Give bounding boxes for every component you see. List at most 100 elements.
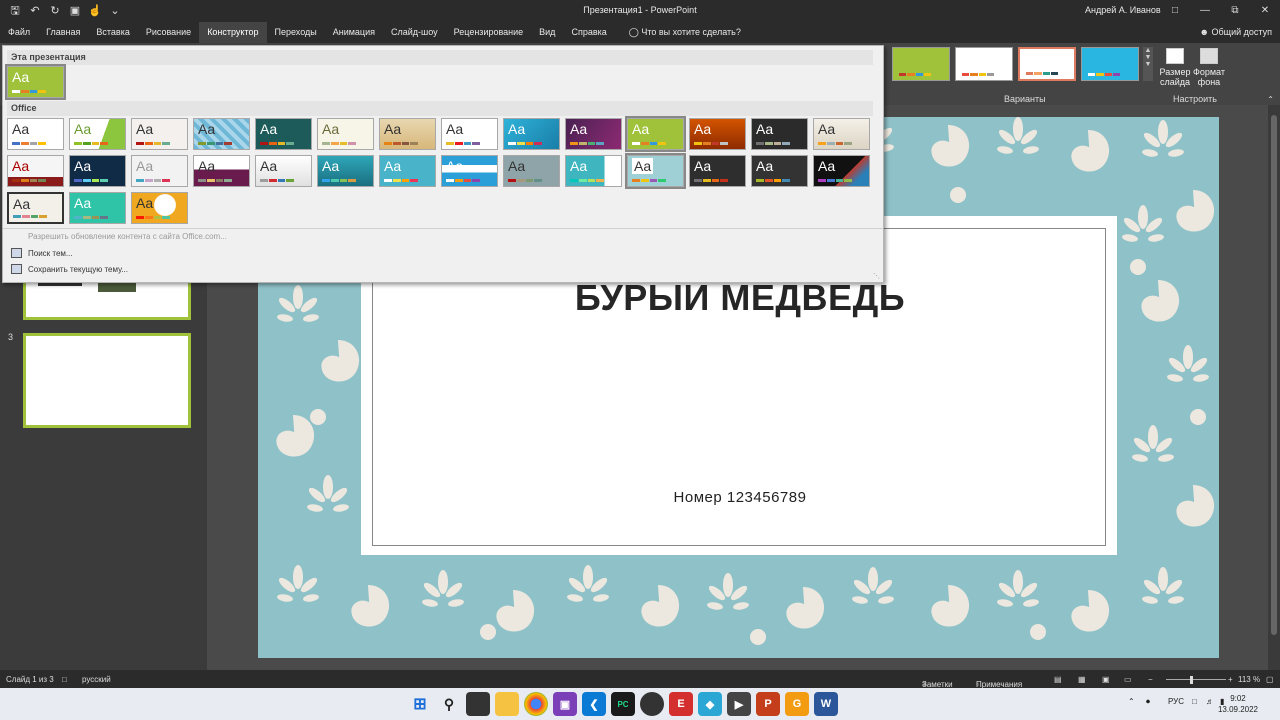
variant-3[interactable] — [1018, 47, 1076, 81]
theme-ion[interactable]: Aa — [255, 118, 312, 150]
tab-insert[interactable]: Вставка — [88, 22, 137, 43]
tab-design[interactable]: Конструктор — [199, 22, 267, 43]
theme-main-event[interactable]: Aa — [503, 155, 560, 187]
theme-metropolitan[interactable]: Aa — [69, 192, 126, 224]
e-app-icon[interactable]: E — [669, 692, 693, 716]
save-app-icon[interactable]: ▣ — [553, 692, 577, 716]
slide-sorter-icon[interactable]: ▦ — [1078, 675, 1086, 684]
save-icon[interactable]: 🖫 — [8, 4, 22, 18]
theme-badge[interactable]: Aa — [441, 155, 498, 187]
theme-hovered[interactable]: Aa — [625, 153, 686, 189]
zoom-level[interactable]: 113 % — [1238, 675, 1260, 684]
theme-circuit[interactable]: Aa — [689, 118, 746, 150]
tab-view[interactable]: Вид — [531, 22, 563, 43]
theme-atlas[interactable]: Aa — [131, 192, 188, 224]
network-icon[interactable]: □ — [1192, 697, 1197, 706]
theme-quotable[interactable]: Aa — [565, 155, 622, 187]
theme-savon[interactable]: Aa — [379, 118, 436, 150]
theme-green-selected[interactable]: Aa — [625, 116, 686, 152]
fit-to-window-icon[interactable]: ▢ — [1266, 675, 1274, 684]
tab-animations[interactable]: Анимация — [325, 22, 383, 43]
spellcheck-icon[interactable]: □ — [62, 675, 67, 684]
theme-gallery[interactable]: Aa — [255, 155, 312, 187]
share-button[interactable]: ☻ Общий доступ — [1200, 22, 1272, 43]
resize-grip-icon[interactable]: ⋱ — [873, 272, 881, 280]
undo-icon[interactable]: ↶ — [28, 4, 42, 18]
reading-view-icon[interactable]: ▣ — [1102, 675, 1110, 684]
theme-vapor-trail[interactable]: Aa — [7, 155, 64, 187]
theme-dividend[interactable]: Aa — [69, 155, 126, 187]
zoom-slider-track[interactable] — [1166, 679, 1226, 680]
variant-2[interactable] — [955, 47, 1013, 81]
zoom-slider-knob[interactable] — [1190, 676, 1193, 684]
powerpoint-icon[interactable]: P — [756, 692, 780, 716]
theme-frame[interactable]: Aa — [131, 155, 188, 187]
zoom-out-icon[interactable]: − — [1148, 675, 1153, 684]
save-current-theme-item[interactable]: Сохранить текущую тему... — [11, 264, 128, 274]
slide-thumbnail-3[interactable] — [23, 333, 191, 428]
tab-review[interactable]: Рецензирование — [446, 22, 532, 43]
allow-office-content-updates[interactable]: Разрешить обновление контента с сайта Of… — [11, 232, 227, 241]
close-icon[interactable]: ✕ — [1250, 0, 1280, 22]
browse-themes-item[interactable]: Поиск тем... — [11, 248, 73, 258]
tell-me-search[interactable]: ◯ Что вы хотите сделать? — [621, 22, 749, 43]
variant-1[interactable] — [892, 47, 950, 81]
word-icon[interactable]: W — [814, 692, 838, 716]
kotlin-app-icon[interactable]: ◆ — [698, 692, 722, 716]
theme-slice[interactable]: Aa — [379, 155, 436, 187]
scrollbar-thumb[interactable] — [1271, 115, 1277, 635]
tray-overflow-icon[interactable]: ⌃ — [1128, 697, 1135, 706]
start-menu-icon[interactable]: ⊞ — [408, 692, 432, 716]
theme-basis[interactable]: Aa — [751, 155, 808, 187]
variants-scroll[interactable]: ▲ ▼ ▼ — [1143, 47, 1153, 81]
media-app-icon[interactable]: ▶ — [727, 692, 751, 716]
clock[interactable]: 9:02 13.09.2022 — [1218, 693, 1258, 715]
variant-4[interactable] — [1081, 47, 1139, 81]
slideshow-icon[interactable]: ▭ — [1124, 675, 1132, 684]
restore-icon[interactable]: ⧉ — [1220, 0, 1250, 22]
input-language[interactable]: РУС — [1168, 697, 1184, 706]
file-explorer-icon[interactable] — [495, 692, 519, 716]
task-view-icon[interactable] — [466, 692, 490, 716]
ribbon-display-options-icon[interactable]: □ — [1160, 0, 1190, 22]
touch-mode-icon[interactable]: ☝ — [88, 4, 102, 18]
tab-help[interactable]: Справка — [563, 22, 614, 43]
theme-office[interactable]: Aa — [7, 118, 64, 150]
tab-file[interactable]: Файл — [0, 22, 38, 43]
theme-celestial[interactable]: Aa — [813, 155, 870, 187]
search-icon[interactable]: ⚲ — [437, 692, 461, 716]
obs-icon[interactable] — [640, 692, 664, 716]
theme-organic[interactable]: Aa — [193, 118, 250, 150]
volume-icon[interactable]: ♬ — [1206, 697, 1214, 706]
theme-droplet[interactable]: Aa — [317, 155, 374, 187]
user-name[interactable]: Андрей А. Иванов — [1085, 5, 1161, 15]
language-indicator[interactable]: русский — [82, 675, 111, 684]
theme-crop[interactable]: Aa — [193, 155, 250, 187]
theme-integral[interactable]: Aa — [441, 118, 498, 150]
format-background-button[interactable]: Формат фона — [1192, 48, 1226, 87]
theme-view[interactable]: Aa — [689, 155, 746, 187]
vertical-scrollbar[interactable] — [1268, 105, 1280, 670]
pycharm-icon[interactable]: PC — [611, 692, 635, 716]
tab-home[interactable]: Главная — [38, 22, 88, 43]
tab-slideshow[interactable]: Слайд-шоу — [383, 22, 446, 43]
g-app-icon[interactable]: G — [785, 692, 809, 716]
start-from-beginning-icon[interactable]: ▣ — [68, 4, 82, 18]
theme-ion-boardroom[interactable]: Aa — [131, 118, 188, 150]
customize-toolbar-icon[interactable]: ⌄ — [108, 4, 122, 18]
theme-headlines[interactable]: Aa — [7, 192, 64, 224]
theme-facet[interactable]: Aa — [69, 118, 126, 150]
slide-subtitle[interactable]: Номер 123456789 — [373, 489, 1107, 506]
theme-retrospect[interactable]: Aa — [317, 118, 374, 150]
tab-draw[interactable]: Рисование — [138, 22, 199, 43]
theme-berlin[interactable]: Aa — [565, 118, 622, 150]
collapse-ribbon-icon[interactable]: ⌃ — [1267, 95, 1274, 104]
slide-title[interactable]: БУРЫЙ МЕДВЕДЬ — [373, 277, 1107, 319]
theme-wisp[interactable]: Aa — [503, 118, 560, 150]
theme-current[interactable]: Aa — [5, 64, 66, 100]
microphone-icon[interactable]: ⏺ — [1146, 697, 1150, 707]
redo-icon[interactable]: ↻ — [48, 4, 62, 18]
tab-transitions[interactable]: Переходы — [267, 22, 325, 43]
theme-parcel[interactable]: Aa — [813, 118, 870, 150]
vscode-icon[interactable]: ❮ — [582, 692, 606, 716]
